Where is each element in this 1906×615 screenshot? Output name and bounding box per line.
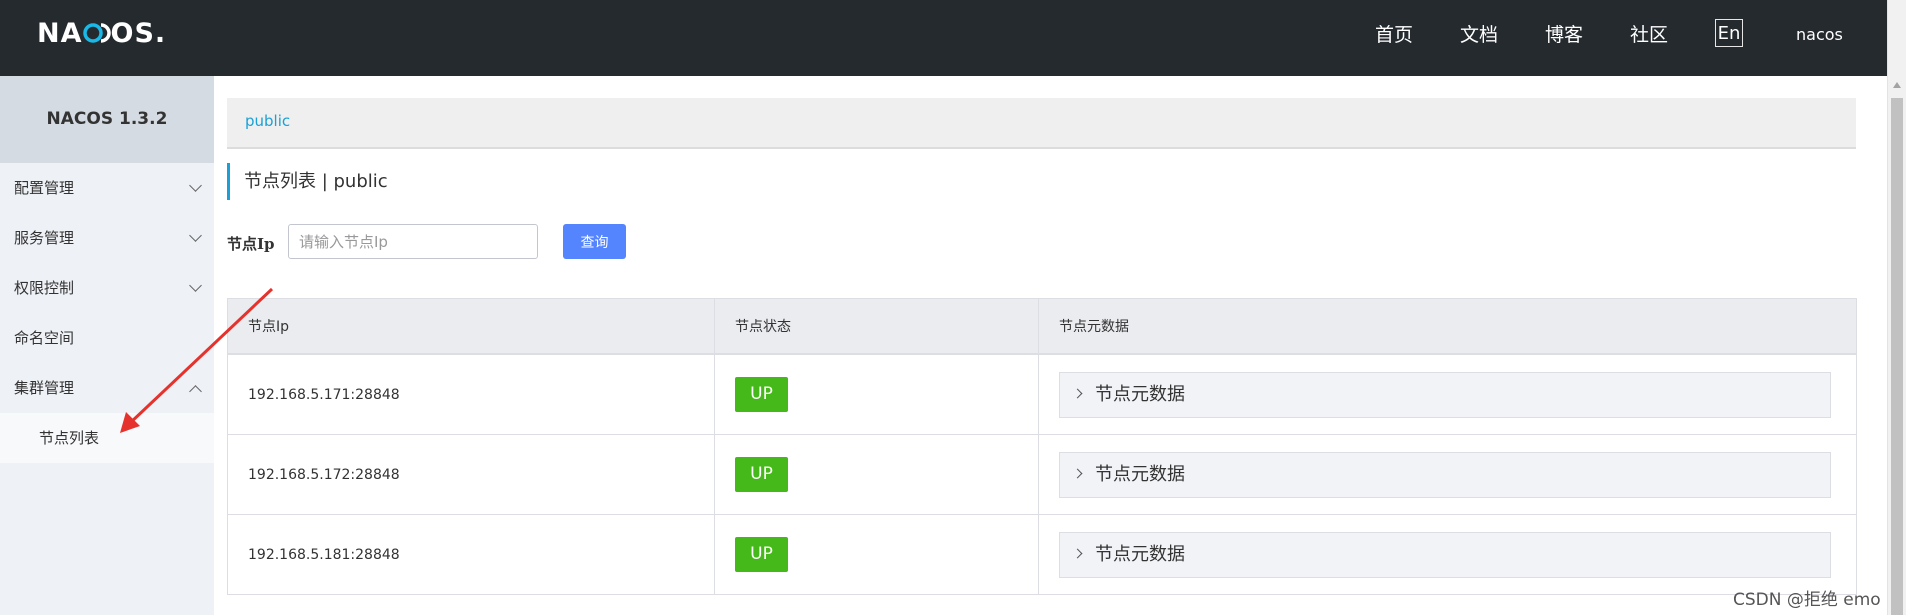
table-header-row: 节点Ip 节点状态 节点元数据 [227,298,1857,355]
sidebar-item-label: 权限控制 [14,279,75,297]
metadata-collapse-panel[interactable]: 节点元数据 [1059,531,1831,578]
table-row: 192.168.5.171:28848 UP 节点元数据 [227,353,1857,435]
namespace-tab-public[interactable]: public [245,112,290,130]
search-label: 节点Ip [227,235,275,253]
chevron-down-icon [189,279,202,292]
sidebar-brand: NACOS 1.3.2 [0,76,214,163]
sidebar: NACOS 1.3.2 配置管理 服务管理 权限控制 命名空间 集群管理 节点列… [0,76,214,615]
watermark: CSDN @拒绝 emo [1733,590,1881,610]
node-metadata-cell: 节点元数据 [1038,353,1857,435]
node-ip-cell: 192.168.5.171:28848 [227,353,715,435]
chevron-up-icon [189,385,202,398]
nav-blog[interactable]: 博客 [1545,20,1583,50]
namespace-bar: public [227,98,1856,149]
sidebar-item-access-control[interactable]: 权限控制 [0,263,214,313]
chevron-right-icon [1072,388,1083,398]
language-switch-button[interactable]: En [1715,19,1743,47]
metadata-panel-title: 节点元数据 [1095,463,1185,485]
metadata-panel-title: 节点元数据 [1095,383,1185,405]
logo-mark-icon [82,23,111,43]
column-header-node-status: 节点状态 [714,298,1039,355]
node-status-cell: UP [714,514,1039,595]
column-header-node-ip: 节点Ip [227,298,715,355]
sidebar-item-label: 命名空间 [14,329,75,347]
status-badge: UP [735,537,788,572]
page-title: 节点列表 | public [227,163,388,200]
table-row: 192.168.5.181:28848 UP 节点元数据 [227,514,1857,595]
scrollbar-thumb[interactable] [1891,98,1903,615]
metadata-panel-title: 节点元数据 [1095,543,1185,565]
sidebar-item-service-management[interactable]: 服务管理 [0,213,214,263]
sidebar-item-cluster-management[interactable]: 集群管理 [0,363,214,413]
node-table: 节点Ip 节点状态 节点元数据 192.168.5.171:28848 UP 节… [227,298,1857,595]
nav-home[interactable]: 首页 [1375,20,1413,50]
node-metadata-cell: 节点元数据 [1038,434,1857,515]
metadata-collapse-panel[interactable]: 节点元数据 [1059,451,1831,498]
chevron-down-icon [189,229,202,242]
node-ip-search-input[interactable] [288,224,538,259]
scroll-up-arrow-icon[interactable] [1893,82,1901,88]
node-metadata-cell: 节点元数据 [1038,514,1857,595]
status-badge: UP [735,457,788,492]
status-badge: UP [735,377,788,412]
chevron-right-icon [1072,548,1083,558]
top-header: NA OS. 首页 文档 博客 社区 En nacos [0,0,1887,76]
sidebar-item-config-management[interactable]: 配置管理 [0,163,214,213]
chevron-right-icon [1072,468,1083,478]
metadata-collapse-panel[interactable]: 节点元数据 [1059,371,1831,418]
sidebar-item-namespace[interactable]: 命名空间 [0,313,214,363]
sidebar-item-label: 服务管理 [14,229,75,247]
sidebar-item-label: 集群管理 [14,379,75,397]
user-menu[interactable]: nacos [1796,22,1843,48]
node-status-cell: UP [714,434,1039,515]
page-scrollbar[interactable] [1887,0,1906,615]
nav-docs[interactable]: 文档 [1460,20,1498,50]
node-ip-cell: 192.168.5.172:28848 [227,434,715,515]
search-button[interactable]: 查询 [563,224,626,259]
nacos-logo[interactable]: NA OS. [37,14,166,54]
main-content: public 节点列表 | public 节点Ip 查询 节点Ip 节点状态 节… [214,76,1887,615]
node-status-cell: UP [714,353,1039,435]
node-ip-cell: 192.168.5.181:28848 [227,514,715,595]
sidebar-item-label: 配置管理 [14,179,75,197]
column-header-node-metadata: 节点元数据 [1038,298,1857,355]
chevron-down-icon [189,179,202,192]
nav-community[interactable]: 社区 [1630,20,1668,50]
table-row: 192.168.5.172:28848 UP 节点元数据 [227,434,1857,515]
sidebar-subitem-node-list[interactable]: 节点列表 [0,413,214,463]
